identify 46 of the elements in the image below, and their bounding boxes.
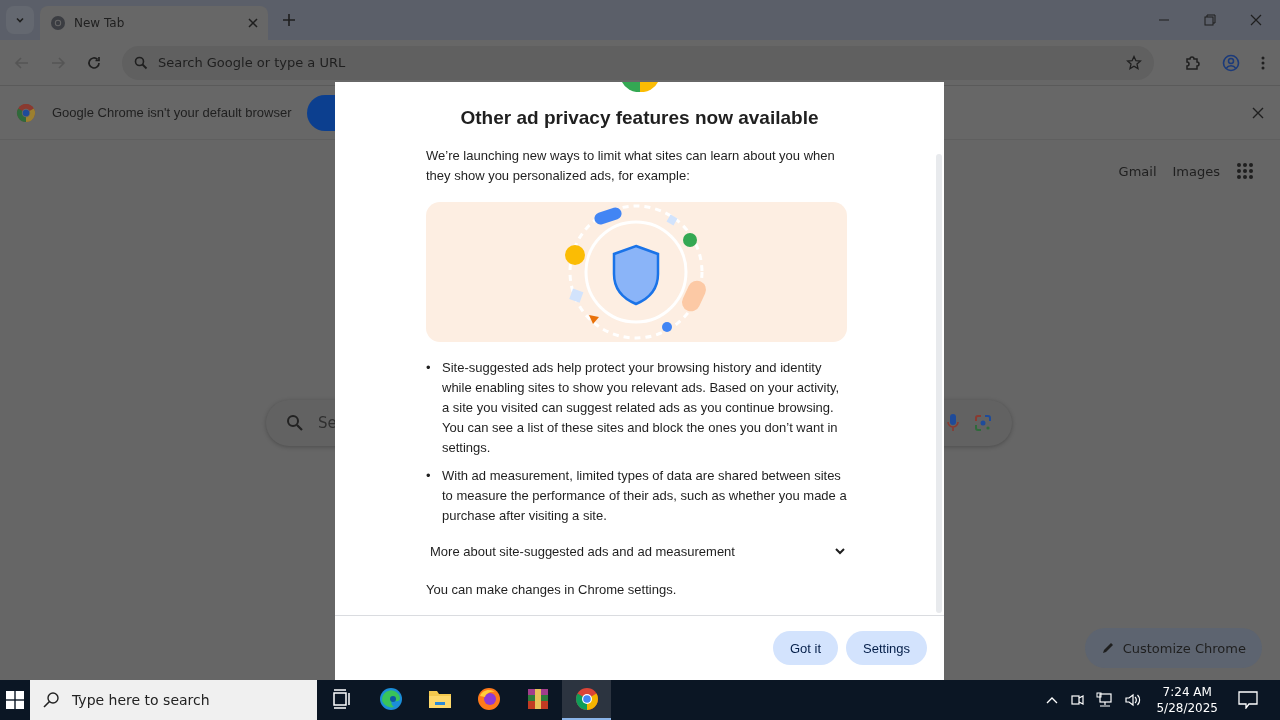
dialog-title: Other ad privacy features now available [460,107,819,129]
close-icon[interactable] [1250,14,1262,26]
pencil-icon [1100,641,1115,655]
reload-icon[interactable] [86,54,102,71]
bullet-marker: • [426,359,432,377]
search-icon [286,414,304,432]
new-tab-icon[interactable] [282,13,296,27]
taskbar-chrome-button[interactable] [562,680,611,720]
camera-icon[interactable] [1070,692,1085,708]
tab-title: New Tab [74,16,126,30]
taskbar-search-field[interactable]: Type here to search [30,680,317,720]
expander-row[interactable]: More about site-suggested ads and ad measurement [426,540,850,562]
chrome-icon [574,687,599,711]
apps-grid-icon[interactable] [1236,162,1254,180]
intro-text: We’re launching new ways to limit what sites can learn about you when they show you personalized ads, for example: [426,147,836,185]
puzzle-icon[interactable] [1184,53,1202,72]
firefox-icon [476,687,501,711]
bullet-text: With ad measurement, limited types of data are shared between sites to measure the performance of their ads, such as whether you made a purchase after visiting a site. [442,467,848,525]
speaker-icon[interactable] [1124,692,1143,708]
bullet-text: Site-suggested ads help protect your browsing history and identity while enabling sites to show you relevant ads. Based on your activity, a site you visited can suggest related ads as you continue browsing. You can see a list of these sites and block the ones you don’t want in settings. [442,359,841,457]
star-icon[interactable] [1126,54,1142,71]
restore-icon[interactable] [1204,14,1216,26]
close-icon[interactable] [248,18,258,28]
chevron-up-icon[interactable] [1046,696,1059,704]
windows-start-icon[interactable] [6,691,24,709]
clock[interactable]: 7:24 AM 5/28/2025 [1156,684,1218,716]
dialog-button[interactable]: Settings [846,631,927,665]
profile-icon[interactable] [1222,53,1240,72]
dialog-button[interactable]: Got it [772,631,838,665]
settings-note: You can make changes in Chrome settings. [426,581,678,599]
archive-icon [525,687,550,711]
search-icon [134,55,148,70]
edge-icon [378,687,403,711]
chrome-icon [50,15,66,31]
infobar-message: Google Chrome isn't your default browser [52,105,292,120]
task-view-icon [330,688,353,710]
close-icon[interactable] [1252,106,1264,119]
expander-label: More about site-suggested ads and ad measurement [430,543,735,559]
network-icon[interactable] [1096,692,1113,708]
logo-icon [621,82,658,92]
notification-icon[interactable] [1238,691,1258,709]
search-icon [42,691,60,709]
bullet-marker: • [426,467,432,485]
menu-icon[interactable] [1260,54,1266,71]
chrome-logo-icon [16,102,36,123]
folder-icon [427,688,452,710]
